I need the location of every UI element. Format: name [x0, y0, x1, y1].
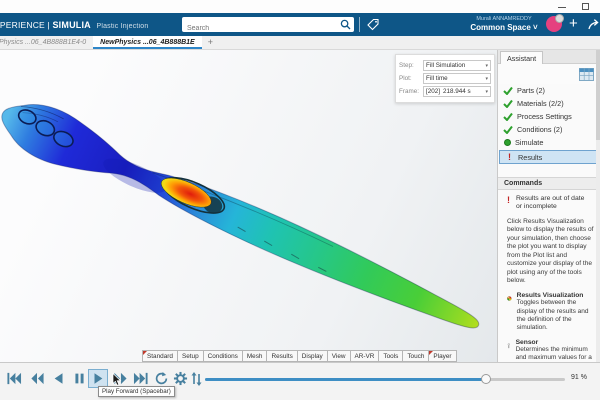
assistant-header: Assistant: [498, 50, 600, 64]
loop-icon: [154, 371, 169, 386]
warning-icon: !: [508, 152, 514, 162]
assistant-step-materials[interactable]: Materials (2/2): [498, 97, 600, 110]
plots-table-icon[interactable]: [579, 68, 594, 81]
header-divider: [359, 17, 360, 32]
share-icon[interactable]: [587, 18, 600, 31]
minimize-icon[interactable]: [558, 7, 566, 8]
tab-physics[interactable]: Physics ...06_4B888B1E4-0: [0, 36, 93, 49]
ribbon-tab-setup[interactable]: Setup: [177, 350, 203, 362]
3d-viewport[interactable]: Step: Fill Simulation ▾ Plot: Fill time …: [0, 50, 497, 362]
timeline-slider[interactable]: [205, 378, 565, 381]
frame-dropdown[interactable]: [202] 218.944 s ▾: [423, 86, 491, 97]
tab-newphysics-active[interactable]: NewPhysics ...06_4B888B1E: [93, 36, 202, 49]
new-tab-button[interactable]: +: [202, 36, 219, 49]
brand-prefix: XPERIENCE: [0, 20, 45, 30]
pause-button[interactable]: [69, 369, 89, 388]
play-backward-icon: [52, 371, 66, 386]
ribbon-tab-results[interactable]: Results: [266, 350, 296, 362]
dropdown-arrow-icon: ▾: [485, 63, 488, 69]
ribbon-tab-view[interactable]: View: [327, 350, 350, 362]
skip-forward-icon: [133, 371, 149, 386]
check-icon: [503, 125, 513, 134]
assistant-step-results[interactable]: ! Results: [499, 150, 598, 164]
play-forward-tooltip: Play Forward (Spacebar): [98, 386, 175, 397]
up-down-arrows-icon: [190, 371, 203, 387]
timeline-slider-thumb[interactable]: [481, 374, 491, 384]
warning-icon: !: [507, 195, 510, 212]
timeline-slider-fill: [205, 378, 486, 381]
assistant-step-parts[interactable]: Parts (2): [498, 84, 600, 97]
check-icon: [503, 112, 513, 121]
assistant-tab[interactable]: Assistant: [500, 51, 543, 65]
dropdown-arrow-icon: ▾: [485, 89, 488, 95]
ribbon-tab-standard[interactable]: Standard: [142, 350, 177, 362]
go-to-start-button[interactable]: [4, 369, 24, 388]
tool-title: Sensor: [516, 339, 596, 346]
check-icon: [503, 99, 513, 108]
ribbon-tab-tools[interactable]: Tools: [378, 350, 402, 362]
assistant-step-process-settings[interactable]: Process Settings: [498, 110, 600, 123]
player-bar: 91 % Play Forward (Spacebar): [0, 362, 600, 400]
frame-order-button[interactable]: [186, 369, 206, 388]
brand-product: SIMULIA: [52, 20, 90, 30]
app-header: XPERIENCE | SIMULIA Plastic Injection Mu…: [0, 13, 600, 36]
dropdown-arrow-icon: ▾: [485, 76, 488, 82]
toothbrush-body: [0, 90, 489, 350]
ribbon-tab-touch[interactable]: Touch: [402, 350, 428, 362]
assistant-toolbar: [498, 64, 600, 84]
brand-app-name: Plastic Injection: [96, 23, 148, 30]
space-selector[interactable]: Murali ANNAMREDDY Common Space ˅: [460, 16, 548, 32]
zoom-percent-label: 91 %: [571, 374, 587, 381]
play-forward-icon: [91, 371, 105, 386]
mouse-cursor: [112, 373, 122, 386]
skip-backward-icon: [6, 371, 22, 386]
status-dot-icon: [504, 139, 511, 146]
brand-divider: |: [48, 20, 50, 30]
commands-instructions: Click Results Visualization below to dis…: [498, 212, 600, 286]
sensor-icon: [507, 339, 511, 353]
results-visualization-command[interactable]: Results Visualization Toggles between th…: [498, 285, 600, 332]
assistant-step-conditions[interactable]: Conditions (2): [498, 123, 600, 136]
assistant-step-simulate[interactable]: Simulate: [498, 136, 600, 149]
play-backward-button[interactable]: [49, 369, 69, 388]
tool-title: Results Visualization: [517, 292, 596, 299]
assistant-scrollbar[interactable]: [596, 50, 600, 362]
add-icon[interactable]: +: [569, 15, 578, 32]
assistant-panel: Assistant Parts (2) Materials (2/2) Proc…: [497, 50, 600, 362]
space-label: Common Space ˅: [460, 23, 548, 32]
document-tab-bar: Physics ...06_4B888B1E4-0 NewPhysics ...…: [0, 36, 600, 50]
pause-icon: [73, 371, 86, 386]
search-icon[interactable]: [340, 19, 351, 30]
tag-icon[interactable]: [366, 18, 380, 32]
ribbon-tab-display[interactable]: Display: [297, 350, 327, 362]
plot-dropdown[interactable]: Fill time ▾: [423, 73, 491, 84]
avatar[interactable]: [546, 16, 562, 32]
search-input[interactable]: [182, 22, 334, 35]
ribbon-tab-player[interactable]: Player: [428, 350, 456, 362]
window-title-strip: [0, 0, 600, 13]
ribbon-tab-strip: Standard Setup Conditions Mesh Results D…: [142, 350, 457, 362]
results-visualization-icon: [507, 292, 512, 305]
search-box[interactable]: [182, 17, 354, 32]
plot-label: Plot:: [399, 75, 423, 82]
commands-section-title: Commands: [498, 177, 600, 190]
fast-backward-button[interactable]: [27, 369, 47, 388]
results-warning: ! Results are out of date or incomplete: [498, 190, 600, 212]
brand-logo: XPERIENCE | SIMULIA Plastic Injection: [0, 20, 149, 30]
frame-label: Frame:: [399, 88, 423, 95]
plot-controls-card: Step: Fill Simulation ▾ Plot: Fill time …: [395, 54, 495, 103]
step-label: Step:: [399, 62, 423, 69]
fast-backward-icon: [29, 371, 45, 386]
maximize-icon[interactable]: [582, 3, 589, 10]
tool-description: Toggles between the display of the resul…: [517, 299, 596, 332]
chevron-down-icon: ˅: [533, 23, 538, 32]
check-icon: [503, 86, 513, 95]
ribbon-tab-mesh[interactable]: Mesh: [242, 350, 267, 362]
ribbon-tab-ar-vr[interactable]: AR-VR: [350, 350, 379, 362]
user-name: Murali ANNAMREDDY: [460, 16, 548, 22]
step-dropdown[interactable]: Fill Simulation ▾: [423, 60, 491, 71]
ribbon-tab-conditions[interactable]: Conditions: [203, 350, 242, 362]
